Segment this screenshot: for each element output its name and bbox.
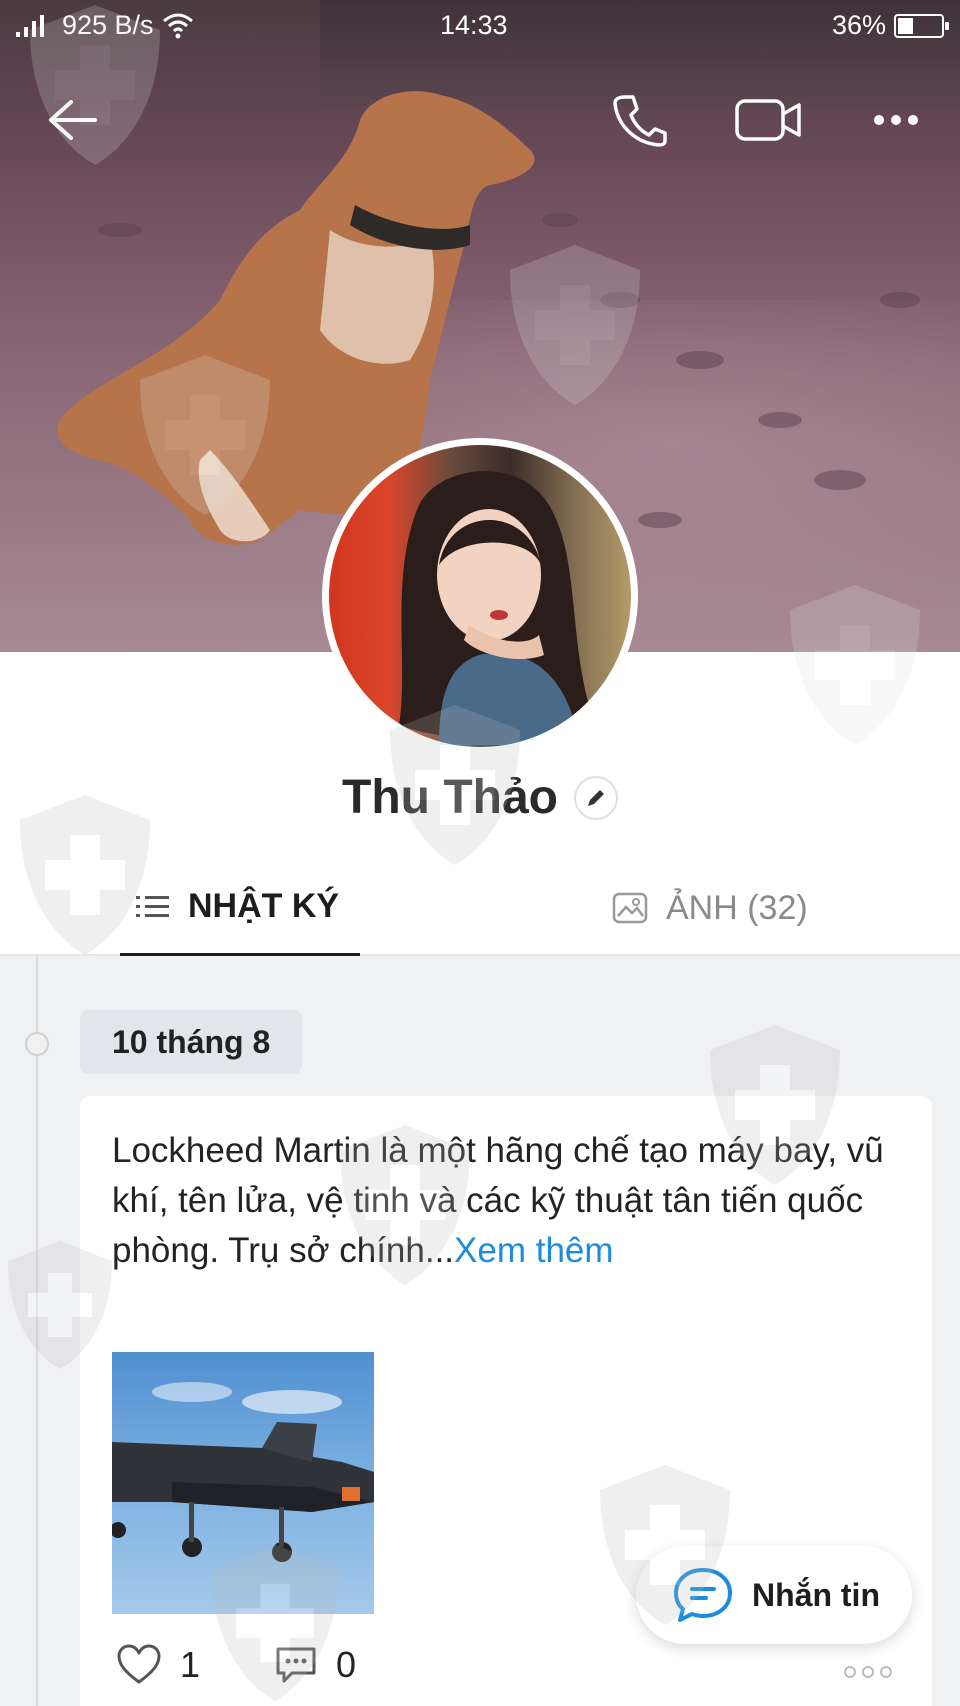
timeline-line	[36, 956, 38, 1706]
list-icon	[136, 895, 169, 917]
avatar-photo	[399, 471, 589, 745]
like-count: 1	[180, 1644, 201, 1685]
like-button[interactable]: 1	[116, 1644, 200, 1686]
heart-icon	[117, 1644, 161, 1684]
signal-icon	[16, 14, 44, 37]
tab-photos[interactable]: ẢNH (32)	[612, 860, 808, 956]
tab-photos-label: ẢNH (32)	[666, 888, 808, 927]
back-arrow-icon	[49, 100, 97, 140]
video-camera-icon	[735, 99, 801, 141]
tab-timeline[interactable]: NHẬT KÝ	[120, 860, 360, 956]
timeline-dot	[25, 1032, 49, 1056]
image-icon	[612, 892, 648, 924]
post-reactions: 1 0	[116, 1644, 430, 1686]
call-button[interactable]	[600, 80, 680, 160]
profile-top-bar	[0, 80, 960, 160]
chat-bubble-icon	[674, 1568, 732, 1622]
profile-name: Thu Thảo	[342, 771, 558, 824]
video-call-button[interactable]	[728, 80, 808, 160]
profile-name-row: Thu Thảo	[0, 770, 960, 825]
comment-button[interactable]: 0	[274, 1644, 356, 1686]
timeline-date: 10 tháng 8	[80, 1010, 303, 1074]
battery-icon	[894, 13, 949, 38]
battery-percent: 36%	[831, 10, 886, 40]
send-message-label: Nhắn tin	[752, 1576, 880, 1613]
see-more-link[interactable]: Xem thêm	[454, 1231, 614, 1270]
avatar[interactable]	[322, 438, 638, 754]
jet-image	[112, 1382, 374, 1562]
network-speed: 925 B/s	[62, 10, 154, 40]
comment-icon	[276, 1647, 316, 1683]
comment-count: 0	[336, 1644, 357, 1685]
phone-icon	[613, 95, 667, 147]
post-options-button[interactable]	[844, 1666, 892, 1678]
send-message-button[interactable]: Nhắn tin	[636, 1546, 912, 1644]
clock: 14:33	[440, 10, 508, 40]
post-image[interactable]	[112, 1352, 374, 1614]
status-bar: 925 B/s 14:33 36%	[0, 0, 960, 50]
more-horizontal-icon	[874, 115, 918, 125]
edit-name-button[interactable]	[573, 775, 618, 820]
tab-timeline-label: NHẬT KÝ	[188, 887, 340, 925]
wifi-icon	[162, 13, 193, 38]
back-button[interactable]	[32, 80, 112, 160]
more-button[interactable]	[856, 80, 936, 160]
pencil-icon	[587, 789, 604, 806]
post-text: Lockheed Martin là một hãng chế tạo máy …	[112, 1126, 892, 1276]
profile-tabs: NHẬT KÝ ẢNH (32)	[0, 860, 960, 956]
